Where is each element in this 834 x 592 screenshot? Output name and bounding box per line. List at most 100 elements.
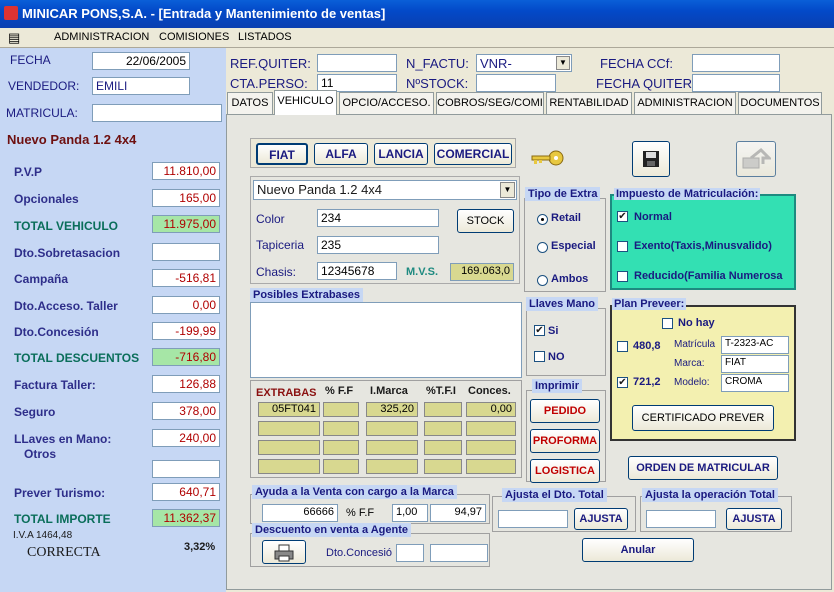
vendedor-field[interactable]: EMILI [92,77,190,95]
table-cell[interactable] [424,402,462,417]
table-cell[interactable] [323,421,359,436]
tab-cobros[interactable]: COBROS/SEG/COMI [436,92,544,114]
table-cell[interactable]: 05FT041 [258,402,320,417]
table-cell[interactable] [323,459,359,474]
table-cell[interactable] [424,459,462,474]
prever-721-checkbox[interactable]: ✔ [617,377,628,388]
tab-rentabilidad[interactable]: RENTABILIDAD [546,92,632,114]
prever-modelo-field[interactable]: CROMA [721,374,789,392]
model-name: Nuevo Panda 1.2 4x4 [7,132,137,147]
llaves-no-checkbox[interactable] [534,351,545,362]
fechaquiter-field[interactable] [692,74,780,92]
fecha-field[interactable]: 22/06/2005 [92,52,190,70]
extrabases-list[interactable] [250,302,522,378]
table-cell[interactable]: 325,20 [366,402,418,417]
table-cell[interactable] [466,421,516,436]
table-cell[interactable] [366,421,418,436]
chasis-field[interactable]: 12345678 [317,262,397,280]
dto-concesion-field[interactable]: -199,99 [152,322,220,340]
tab-administracion[interactable]: ADMINISTRACION [634,92,736,114]
ajusta-dto-button[interactable]: AJUSTA [574,508,628,530]
save-button[interactable] [632,141,670,177]
ajusta-op-field[interactable] [646,510,716,528]
prever-matricula-field[interactable]: T-2323-AC [721,336,789,354]
matricula-field[interactable] [92,104,222,122]
campana-field[interactable]: -516,81 [152,269,220,287]
exento-checkbox[interactable] [617,241,628,252]
llaves-si-label: Si [548,325,559,337]
table-cell[interactable] [323,402,359,417]
llaves-si-checkbox[interactable]: ✔ [534,325,545,336]
ayuda-total-field[interactable]: 94,97 [430,504,486,522]
table-cell[interactable] [258,459,320,474]
llaves-mano-field[interactable]: 240,00 [152,429,220,447]
table-cell[interactable]: 0,00 [466,402,516,417]
table-cell[interactable] [258,421,320,436]
dto-acceso-taller-field[interactable]: 0,00 [152,296,220,314]
tab-vehiculo[interactable]: VEHICULO [274,90,337,115]
dto-concesio-field[interactable] [396,544,424,562]
form-icon[interactable]: ▤ [8,30,20,46]
ayuda-ff-label: % F.F [346,507,375,519]
ayuda-ff-field[interactable]: 1,00 [392,504,428,522]
especial-radio[interactable] [537,242,548,253]
dto-sobretasacion-field[interactable] [152,243,220,261]
menu-comisiones[interactable]: COMISIONES [159,31,229,43]
print-button[interactable] [262,540,306,564]
table-cell[interactable] [424,440,462,455]
normal-checkbox[interactable]: ✔ [617,211,628,222]
tapiceria-field[interactable]: 235 [317,236,439,254]
brand-fiat-button[interactable]: FIAT [256,143,308,165]
exento-label: Exento(Taxis,Minusvalido) [634,240,772,252]
table-cell[interactable] [323,440,359,455]
total-vehiculo-label: TOTAL VEHICULO [14,219,119,233]
menu-listados[interactable]: LISTADOS [238,31,292,43]
ayuda-value-field[interactable]: 66666 [262,504,338,522]
undo-button[interactable] [736,141,776,177]
ambos-radio[interactable] [537,275,548,286]
table-cell[interactable] [466,459,516,474]
model-select[interactable]: Nuevo Panda 1.2 4x4 [253,180,517,200]
factura-taller-field[interactable]: 126,88 [152,375,220,393]
table-cell[interactable] [424,421,462,436]
otros-field[interactable] [152,460,220,478]
seguro-field[interactable]: 378,00 [152,402,220,420]
table-cell[interactable] [258,440,320,455]
tab-datos[interactable]: DATOS [227,92,273,114]
chevron-down-icon[interactable]: ▼ [500,182,515,198]
anular-button[interactable]: Anular [582,538,694,562]
key-icon[interactable] [530,146,566,170]
prever-turismo-field[interactable]: 640,71 [152,483,220,501]
pvp-field[interactable]: 11.810,00 [152,162,220,180]
color-field[interactable]: 234 [317,209,439,227]
refquiter-field[interactable] [317,54,397,72]
nfactu-label: N_FACTU: [406,56,469,71]
nstock-field[interactable] [476,74,556,92]
ajusta-op-button[interactable]: AJUSTA [726,508,782,530]
tab-documentos[interactable]: DOCUMENTOS [738,92,822,114]
reducido-checkbox[interactable] [617,271,628,282]
logistica-button[interactable]: LOGISTICA [530,459,600,483]
fechaccf-field[interactable] [692,54,780,72]
brand-alfa-button[interactable]: ALFA [314,143,368,165]
ajusta-dto-field[interactable] [498,510,568,528]
prever-marca-field[interactable]: FIAT [721,355,789,373]
proforma-button[interactable]: PROFORMA [530,429,600,453]
table-cell[interactable] [366,459,418,474]
pedido-button[interactable]: PEDIDO [530,399,600,423]
certificado-prever-button[interactable]: CERTIFICADO PREVER [632,405,774,431]
table-cell[interactable] [366,440,418,455]
prever-480-checkbox[interactable] [617,341,628,352]
menu-administracion[interactable]: ADMINISTRACION [54,31,149,43]
dto-concesio-amount-field[interactable] [430,544,488,562]
brand-lancia-button[interactable]: LANCIA [374,143,428,165]
stock-button[interactable]: STOCK [457,209,514,233]
chevron-down-icon[interactable]: ▼ [556,56,570,70]
tab-opcio-acceso[interactable]: OPCIO/ACCESO. [339,92,434,114]
orden-matricular-button[interactable]: ORDEN DE MATRICULAR [628,456,778,480]
retail-radio[interactable] [537,214,548,225]
table-cell[interactable] [466,440,516,455]
no-hay-checkbox[interactable] [662,318,673,329]
opcionales-field[interactable]: 165,00 [152,189,220,207]
brand-comercial-button[interactable]: COMERCIAL [434,143,512,165]
